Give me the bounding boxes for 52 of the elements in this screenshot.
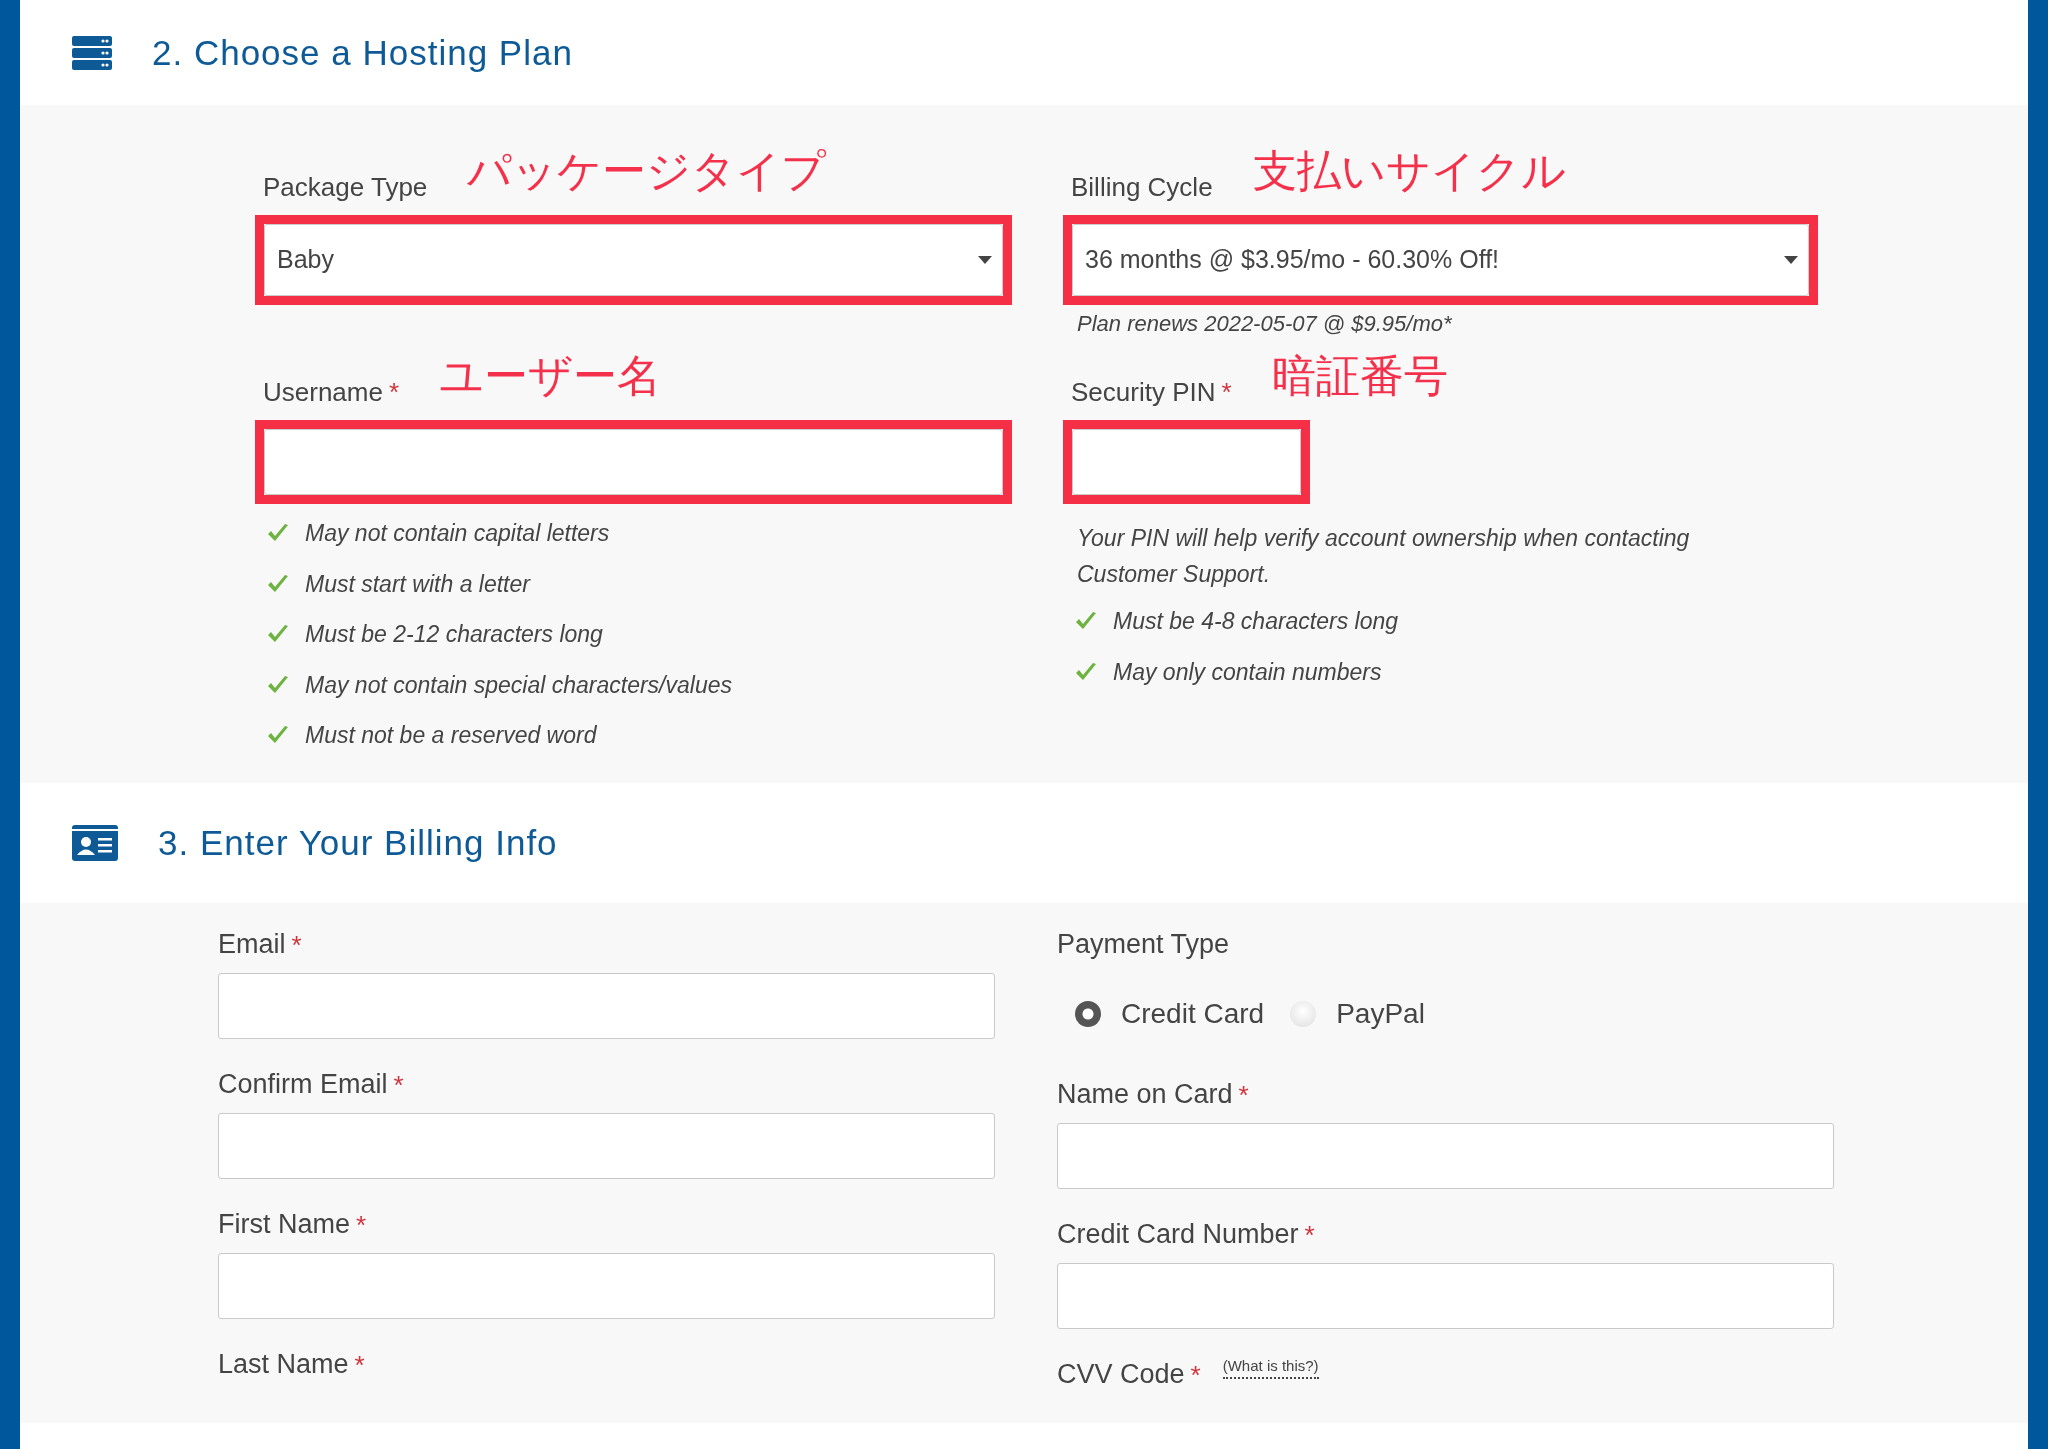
section-title: 2. Choose a Hosting Plan xyxy=(152,31,573,74)
help-text: Your PIN will help verify account ownership when contacting Customer Support. xyxy=(1076,524,1691,589)
select-field[interactable]: Baby xyxy=(264,224,1003,296)
required-mark: * xyxy=(1304,1218,1315,1252)
required-mark: * xyxy=(1238,1078,1249,1112)
rule-text: May not contain capital letters xyxy=(305,519,610,548)
rule-text: Must be 2-12 characters long xyxy=(305,620,603,649)
input-field[interactable] xyxy=(1057,1262,1834,1329)
field-label: Last Name xyxy=(218,1348,349,1381)
field-label: First Name xyxy=(218,1208,350,1241)
field-label: Confirm Email xyxy=(218,1068,388,1101)
radio-option[interactable]: PayPal xyxy=(1290,992,1425,1035)
required-mark: * xyxy=(356,1208,367,1242)
rule-text: Must be 4-8 characters long xyxy=(1113,607,1399,636)
section-title: 3. Enter Your Billing Info xyxy=(158,821,558,864)
input-field[interactable] xyxy=(218,1252,995,1319)
annotation-label: 支払いサイクル xyxy=(1252,146,1566,195)
annotation-label: 暗証番号 xyxy=(1271,351,1448,400)
caret-icon xyxy=(978,256,992,264)
rule-text: May not contain special characters/values xyxy=(305,670,732,700)
help-link[interactable]: (What is this?) xyxy=(1222,1354,1319,1379)
rule-text: Must start with a letter xyxy=(305,569,530,599)
rule-text: May only contain numbers xyxy=(1113,657,1382,687)
rule-text: Must not be a reserved word xyxy=(305,721,597,750)
required-mark: * xyxy=(1190,1358,1201,1392)
required-mark: * xyxy=(291,928,302,962)
required-mark: * xyxy=(393,1068,404,1102)
input-field[interactable] xyxy=(264,429,1003,495)
field-label: Security PIN xyxy=(1070,376,1216,409)
required-mark: * xyxy=(354,1348,365,1382)
input-field[interactable] xyxy=(218,1112,995,1179)
field-label: Payment Type xyxy=(1057,928,1230,961)
input-field[interactable] xyxy=(1057,1122,1834,1189)
field-label: Package Type xyxy=(262,171,428,204)
field-label: Billing Cycle xyxy=(1070,171,1213,204)
caret-icon xyxy=(1784,256,1798,264)
id-card-icon xyxy=(72,824,118,861)
plan-note: Plan renews 2022-05-07 @ $9.95/mo* xyxy=(1076,310,1453,338)
input-field[interactable] xyxy=(1072,429,1301,495)
required-mark: * xyxy=(1221,376,1232,409)
field-label: Username xyxy=(262,376,383,409)
field-label: CVV Code xyxy=(1057,1358,1185,1391)
required-mark: * xyxy=(388,376,400,409)
input-field[interactable] xyxy=(218,972,995,1039)
annotation-label: ユーザー名 xyxy=(439,351,662,400)
field-label: Email xyxy=(218,928,286,961)
annotation-label: パッケージタイプ xyxy=(467,146,827,195)
server-icon xyxy=(72,35,112,70)
field-label: Name on Card xyxy=(1057,1078,1233,1111)
field-label: Credit Card Number xyxy=(1057,1218,1299,1251)
radio-option[interactable]: Credit Card xyxy=(1075,992,1265,1035)
select-field[interactable]: 36 months @ $3.95/mo - 60.30% Off! xyxy=(1072,224,1809,296)
